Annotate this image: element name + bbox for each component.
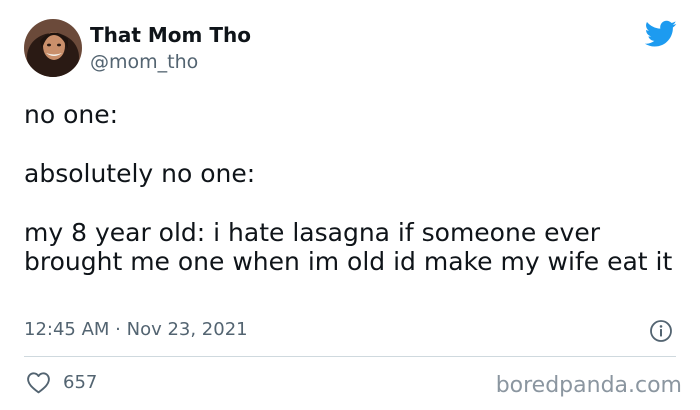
tweet-card: That Mom Tho @mom_tho no one: absolutely… bbox=[0, 0, 700, 410]
like-count: 657 bbox=[63, 372, 98, 393]
heart-icon[interactable] bbox=[26, 371, 51, 394]
avatar-image bbox=[24, 19, 82, 77]
tweet-timestamp[interactable]: 12:45 AM · Nov 23, 2021 bbox=[24, 319, 248, 341]
tweet-text: no one: absolutely no one: my 8 year old… bbox=[24, 100, 674, 276]
user-handle[interactable]: @mom_tho bbox=[90, 50, 198, 74]
watermark: boredpanda.com bbox=[495, 373, 682, 398]
tweet-line: my 8 year old: i hate lasagna if someone… bbox=[24, 218, 673, 276]
tweet-line: no one: bbox=[24, 100, 119, 129]
avatar[interactable] bbox=[24, 19, 82, 77]
divider bbox=[24, 356, 676, 357]
display-name[interactable]: That Mom Tho bbox=[90, 23, 251, 47]
tweet-line: absolutely no one: bbox=[24, 159, 256, 188]
info-icon[interactable] bbox=[649, 319, 673, 343]
twitter-bird-icon[interactable] bbox=[644, 20, 677, 48]
